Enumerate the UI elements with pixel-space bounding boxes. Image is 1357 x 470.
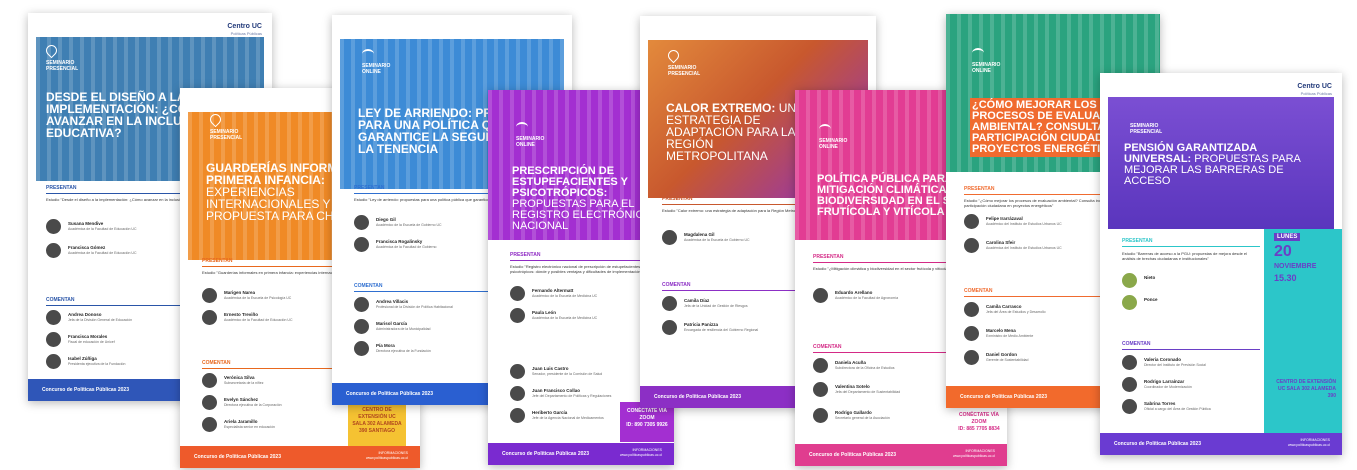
seminar-tag: SEMINARIO PRESENCIAL xyxy=(207,111,254,141)
seminar-tag: SEMINARIO PRESENCIAL xyxy=(1130,123,1163,135)
avatar xyxy=(1122,377,1137,392)
avatar xyxy=(202,395,217,410)
avatar xyxy=(46,243,61,258)
presentan-heading: PRESENTAN xyxy=(1122,238,1153,244)
avatar xyxy=(354,237,369,252)
avatar xyxy=(813,288,828,303)
avatar xyxy=(354,341,369,356)
avatar xyxy=(354,297,369,312)
avatar xyxy=(354,215,369,230)
comentan-heading: COMENTAN xyxy=(813,344,842,350)
location: CENTRO DE EXTENSIÓN UC SALA 302 ALAMEDA … xyxy=(1276,379,1336,399)
poster-footer: Concurso de Políticas Públicas 2023 INFOR… xyxy=(1100,433,1342,455)
seminar-tag: SEMINARIO PRESENCIAL xyxy=(43,42,90,72)
poster-title: CALOR EXTREMO: UNA ESTRATEGIA DE ADAPTAC… xyxy=(666,101,804,163)
presentan-heading: PRESENTAN xyxy=(46,185,77,191)
avatar xyxy=(510,364,525,379)
zoom-box: CONÉCTATE VÍA ZOOM ID: 885 7705 8834 xyxy=(951,406,1007,442)
presentan-heading: PRESENTAN xyxy=(354,185,385,191)
avatar xyxy=(813,382,828,397)
brand-logo: Centro UC Políticas Públicas xyxy=(227,23,262,36)
avatar xyxy=(662,320,677,335)
location-pin-icon xyxy=(43,42,60,59)
presentan-heading: PRESENTAN xyxy=(662,196,693,202)
presentan-heading: PRESENTAN xyxy=(510,252,541,258)
avatar xyxy=(46,310,61,325)
avatar xyxy=(1122,399,1137,414)
avatar xyxy=(964,326,979,341)
day-number: 20 xyxy=(1274,243,1292,260)
avatar xyxy=(510,286,525,301)
avatar xyxy=(662,296,677,311)
avatar xyxy=(662,230,677,245)
avatar xyxy=(964,302,979,317)
study-text: Estudio "Barreras de acceso a la PGU: pr… xyxy=(1122,251,1248,261)
wifi-icon xyxy=(819,124,831,134)
seminar-tag: SEMINARIO ONLINE xyxy=(362,49,406,75)
avatar xyxy=(510,408,525,423)
comentan-heading: COMENTAN xyxy=(964,288,993,294)
wifi-icon xyxy=(972,48,984,58)
day-label: LUNES xyxy=(1274,233,1301,241)
avatar xyxy=(510,386,525,401)
avatar xyxy=(964,238,979,253)
avatar xyxy=(510,308,525,323)
poster-title: PENSIÓN GARANTIZADA UNIVERSAL: PROPUESTA… xyxy=(1124,142,1301,187)
avatar xyxy=(964,214,979,229)
avatar xyxy=(46,332,61,347)
comentan-heading: COMENTAN xyxy=(46,297,75,303)
wifi-icon xyxy=(516,122,528,132)
presentan-heading: PRESENTAN xyxy=(964,186,995,192)
poster-footer: Concurso de Políticas Públicas 2023 INFOR… xyxy=(488,443,674,465)
zoom-box: CONÉCTATE VÍA ZOOM ID: 890 7305 9926 xyxy=(620,402,674,442)
avatar xyxy=(813,408,828,423)
comentan-heading: COMENTAN xyxy=(662,282,691,288)
avatar xyxy=(964,350,979,365)
time: 15.30 xyxy=(1274,273,1297,283)
location-pin-icon xyxy=(207,111,224,128)
comentan-heading: COMENTAN xyxy=(202,360,231,366)
avatar xyxy=(46,354,61,369)
comentan-heading: COMENTAN xyxy=(1122,341,1151,347)
seminar-tag: SEMINARIO ONLINE xyxy=(819,124,863,150)
study-text: Estudio "Registro electrónico nacional d… xyxy=(510,264,644,274)
avatar xyxy=(1122,273,1137,288)
poster-footer: Concurso de Políticas Públicas 2023 INFOR… xyxy=(795,444,1007,466)
date-panel: LUNES 20 NOVIEMBRE 15.30 CENTRO DE EXTEN… xyxy=(1264,229,1342,433)
avatar xyxy=(202,288,217,303)
month: NOVIEMBRE xyxy=(1274,263,1317,270)
seminar-tag: SEMINARIO PRESENCIAL xyxy=(665,47,712,77)
wifi-icon xyxy=(362,49,374,59)
poster-pension: Centro UC Políticas Públicas SEMINARIO PR… xyxy=(1100,73,1342,455)
poster-footer: Concurso de Políticas Públicas 2023 INFOR… xyxy=(180,446,420,468)
avatar xyxy=(46,219,61,234)
avatar xyxy=(1122,295,1137,310)
brand-logo: Centro UC Políticas Públicas xyxy=(1297,83,1332,96)
comentan-heading: COMENTAN xyxy=(354,283,383,289)
divider xyxy=(510,260,660,261)
presentan-heading: PRESENTAN xyxy=(813,254,844,260)
avatar xyxy=(813,358,828,373)
seminar-tag: SEMINARIO ONLINE xyxy=(516,122,560,148)
location-pin-icon xyxy=(665,47,682,64)
divider xyxy=(1122,349,1260,350)
seminar-tag: SEMINARIO ONLINE xyxy=(972,48,1016,74)
avatar xyxy=(1122,355,1137,370)
avatar xyxy=(202,310,217,325)
location-box: CENTRO DE EXTENSIÓN UC SALA 302 ALAMEDA … xyxy=(348,404,406,448)
avatar xyxy=(354,319,369,334)
avatar xyxy=(202,373,217,388)
divider xyxy=(1122,246,1260,247)
presentan-heading: PRESENTAN xyxy=(202,258,233,264)
avatar xyxy=(202,417,217,432)
